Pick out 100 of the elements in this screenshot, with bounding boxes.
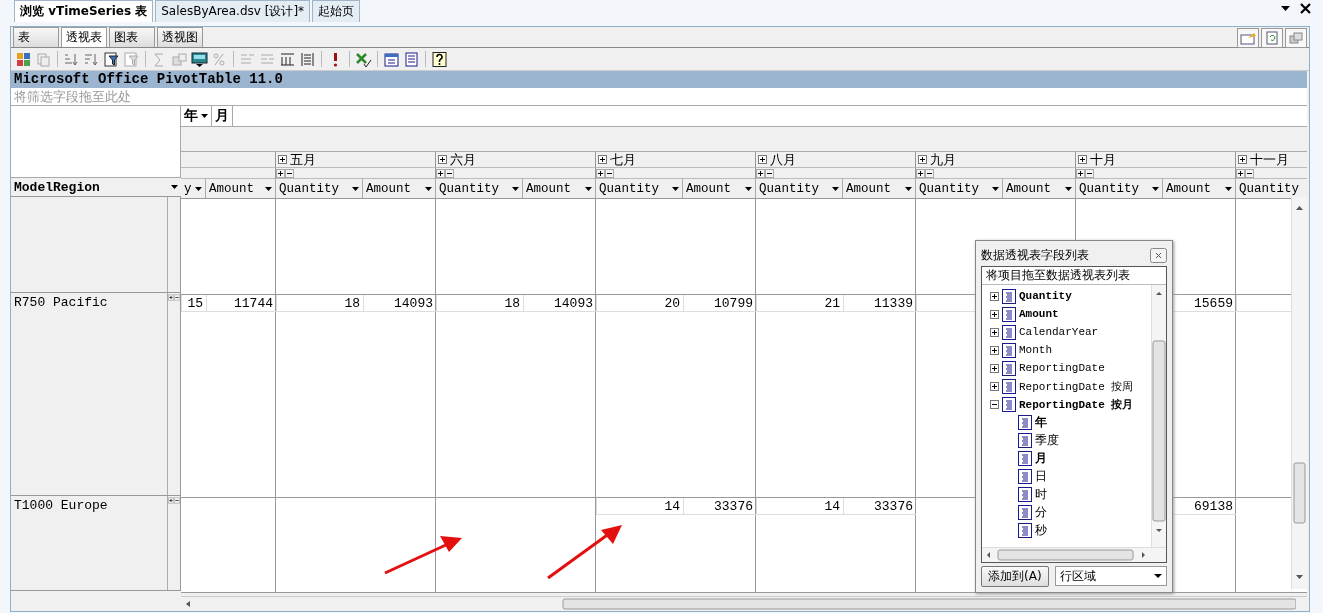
plus-icon[interactable] <box>436 168 445 178</box>
expand-icon[interactable] <box>990 345 999 355</box>
view-tab[interactable]: 透视表 <box>61 27 107 47</box>
field-header[interactable]: Amount <box>1163 179 1236 198</box>
dropdown-caret-icon[interactable] <box>905 186 912 191</box>
dropdown-caret-icon[interactable] <box>195 186 202 191</box>
dropdown-caret-icon[interactable] <box>201 114 208 118</box>
expand-icon[interactable] <box>990 381 999 391</box>
filter-icon[interactable] <box>103 50 120 68</box>
expand-icon[interactable] <box>598 155 607 164</box>
window-icon[interactable] <box>1285 28 1307 48</box>
pivot-layout-icon[interactable] <box>15 50 32 68</box>
field-item[interactable]: Quantity <box>1019 290 1072 302</box>
field-item[interactable]: ReportingDate 按月 <box>1019 396 1134 412</box>
dropdown-caret-icon[interactable] <box>352 186 359 191</box>
plus-icon[interactable] <box>596 168 605 178</box>
field-item[interactable]: ReportingDate <box>1019 362 1105 374</box>
check-icon[interactable] <box>355 50 372 68</box>
vertical-scrollbar[interactable] <box>1151 285 1166 547</box>
plus-icon[interactable] <box>756 168 765 178</box>
column-field-button[interactable]: 月 <box>215 107 229 125</box>
field-header[interactable]: Amount <box>1003 179 1076 198</box>
field-header[interactable]: Amount <box>523 179 596 198</box>
field-header[interactable]: Quantity <box>756 179 843 198</box>
field-header[interactable]: Amount <box>843 179 916 198</box>
field-item[interactable]: 月 <box>1035 449 1047 467</box>
minus-icon[interactable] <box>1245 168 1254 178</box>
properties-icon[interactable] <box>403 50 420 68</box>
refresh-icon[interactable] <box>1261 28 1283 48</box>
field-header[interactable]: Quantity <box>436 179 523 198</box>
column-field-button[interactable]: 年 <box>184 107 198 125</box>
field-item[interactable]: 时 <box>1035 485 1047 503</box>
add-to-button[interactable]: 添加到(A) <box>981 565 1049 587</box>
minus-icon[interactable] <box>174 496 180 505</box>
help-icon[interactable] <box>431 50 448 68</box>
minus-icon[interactable] <box>1085 168 1094 178</box>
field-item[interactable]: 季度 <box>1035 431 1059 449</box>
view-tab[interactable]: 表 <box>13 27 59 47</box>
view-tab[interactable]: 透视图 <box>157 27 203 47</box>
dropdown-caret-icon[interactable] <box>265 186 272 191</box>
vertical-scrollbar[interactable] <box>1291 197 1307 589</box>
minus-icon[interactable] <box>285 168 294 178</box>
field-list-icon[interactable] <box>383 50 400 68</box>
field-header[interactable]: Amount <box>206 179 276 198</box>
field-item[interactable]: 日 <box>1035 467 1047 485</box>
field-header[interactable]: Quantity <box>276 179 363 198</box>
field-header[interactable]: Quantity <box>596 179 683 198</box>
close-icon[interactable] <box>1150 247 1167 263</box>
minus-icon[interactable] <box>445 168 454 178</box>
field-header[interactable]: Amount <box>363 179 436 198</box>
plus-icon[interactable] <box>276 168 285 178</box>
export-icon[interactable] <box>1237 28 1259 48</box>
dropdown-caret-icon[interactable] <box>585 186 592 191</box>
close-icon[interactable] <box>1300 3 1311 14</box>
field-header[interactable]: Amount <box>683 179 756 198</box>
minus-icon[interactable] <box>174 293 180 302</box>
expand-icon[interactable] <box>278 155 287 164</box>
column-layout-icon[interactable] <box>279 50 296 68</box>
view-tab[interactable]: 图表 <box>109 27 155 47</box>
document-tab[interactable]: 浏览 vTimeSeries 表 <box>14 0 154 22</box>
field-item[interactable]: ReportingDate 按周 <box>1019 378 1134 394</box>
dropdown-caret-icon[interactable] <box>1065 186 1072 191</box>
plus-icon[interactable] <box>1236 168 1245 178</box>
row-field-header[interactable]: ModelRegion <box>11 177 181 197</box>
area-dropdown[interactable]: 行区域 <box>1054 566 1167 586</box>
expand-icon[interactable] <box>990 291 999 301</box>
expand-icon[interactable] <box>438 155 447 164</box>
field-item[interactable]: Month <box>1019 344 1052 356</box>
minus-icon[interactable] <box>925 168 934 178</box>
dropdown-caret-icon[interactable] <box>672 186 679 191</box>
dropdown-caret-icon[interactable] <box>1152 186 1159 191</box>
dropdown-caret-icon[interactable] <box>832 186 839 191</box>
horizontal-scrollbar[interactable] <box>982 547 1166 562</box>
field-item[interactable]: Amount <box>1019 308 1059 320</box>
plus-icon[interactable] <box>1076 168 1085 178</box>
expand-icon[interactable] <box>990 363 999 373</box>
plus-icon[interactable] <box>168 496 174 505</box>
document-tab[interactable]: 起始页 <box>312 0 361 22</box>
expand-icon[interactable] <box>918 155 927 164</box>
field-item[interactable]: 秒 <box>1035 521 1047 539</box>
minus-icon[interactable] <box>605 168 614 178</box>
dropdown-caret-icon[interactable] <box>1281 6 1290 11</box>
plus-icon[interactable] <box>916 168 925 178</box>
dropdown-caret-icon[interactable] <box>1154 574 1162 578</box>
dropdown-caret-icon[interactable] <box>171 185 178 189</box>
dropdown-caret-icon[interactable] <box>992 186 999 191</box>
document-tab[interactable]: SalesByArea.dsv [设计]* <box>155 0 311 22</box>
field-header[interactable]: Quantity <box>1076 179 1163 198</box>
field-item[interactable]: 年 <box>1035 413 1047 431</box>
dropdown-caret-icon[interactable] <box>512 186 519 191</box>
row-layout-icon[interactable] <box>299 50 316 68</box>
minus-icon[interactable] <box>765 168 774 178</box>
field-item[interactable]: 分 <box>1035 503 1047 521</box>
expand-icon[interactable] <box>1238 155 1247 164</box>
expand-icon[interactable] <box>758 155 767 164</box>
expand-icon[interactable] <box>990 327 999 337</box>
dropdown-caret-icon[interactable] <box>745 186 752 191</box>
plus-icon[interactable] <box>168 293 174 302</box>
field-header[interactable]: y <box>181 179 206 198</box>
collapse-icon[interactable] <box>990 399 999 409</box>
